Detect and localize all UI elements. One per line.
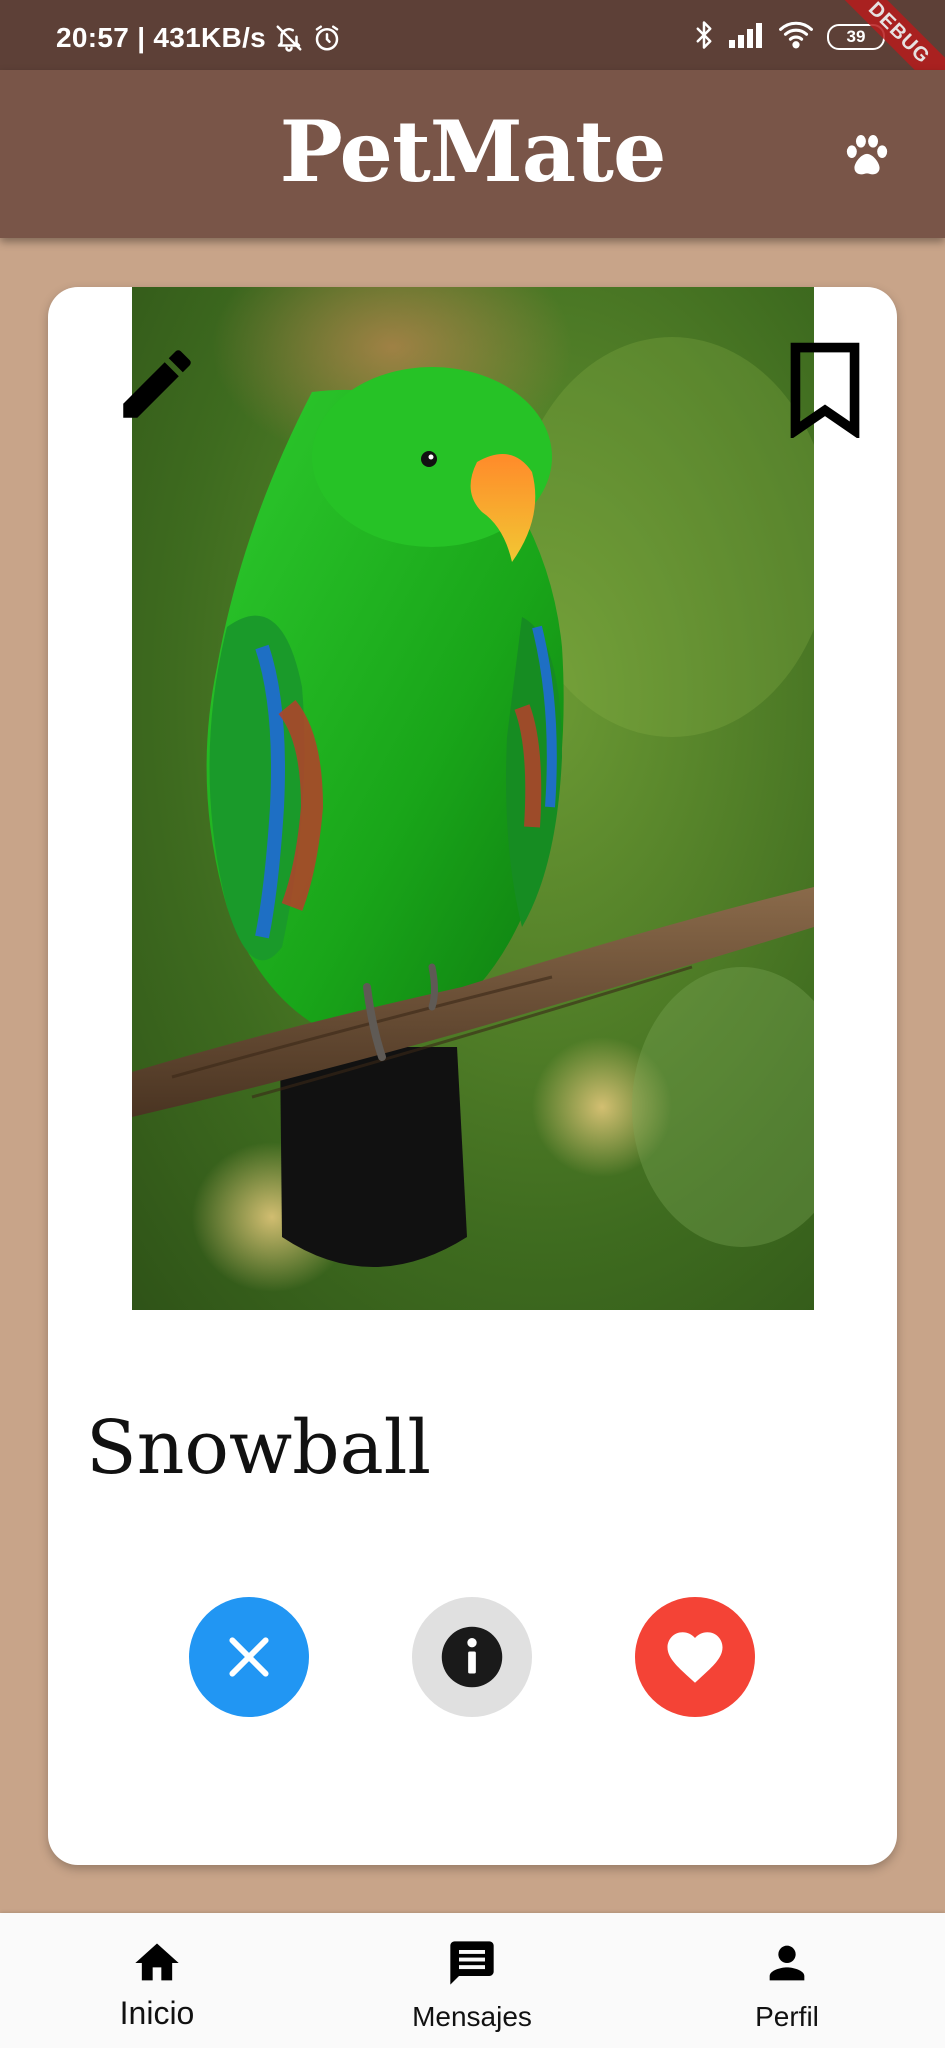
paw-button[interactable] — [839, 128, 895, 184]
close-icon — [229, 1637, 269, 1677]
nav-item-perfil[interactable]: Perfil — [677, 1935, 897, 2033]
edit-button[interactable] — [112, 339, 202, 429]
bell-off-icon — [274, 23, 304, 53]
nav-label-inicio: Inicio — [119, 1995, 195, 2031]
pet-name: Snowball — [86, 1405, 432, 1491]
chat-icon — [446, 1935, 498, 1991]
status-left: 20:57 | 431KB/s — [56, 22, 342, 54]
bluetooth-icon — [693, 20, 715, 54]
pet-photo — [132, 287, 852, 1310]
status-right: 39 — [693, 20, 885, 54]
home-icon — [131, 1935, 183, 1991]
nav-label-perfil: Perfil — [755, 2001, 819, 2032]
like-button[interactable] — [635, 1597, 755, 1717]
bottom-navigation: Inicio Mensajes Perfil — [0, 1913, 945, 2048]
status-bar: 20:57 | 431KB/s 39 DEBUG — [0, 0, 945, 108]
app-title: PetMate — [279, 102, 667, 201]
app-bar: PetMate — [0, 70, 945, 238]
dislike-button[interactable] — [189, 1597, 309, 1717]
nav-item-inicio[interactable]: Inicio — [47, 1935, 267, 2032]
heart-icon — [667, 1632, 723, 1683]
status-time-speed: 20:57 | 431KB/s — [56, 22, 267, 53]
nav-item-mensajes[interactable]: Mensajes — [362, 1935, 582, 2033]
info-button[interactable] — [412, 1597, 532, 1717]
info-icon — [441, 1626, 503, 1688]
alarm-icon — [312, 23, 342, 53]
pencil-icon — [123, 350, 191, 418]
nav-label-mensajes: Mensajes — [412, 2001, 532, 2032]
bookmark-icon — [790, 342, 860, 440]
wifi-icon — [779, 21, 813, 53]
paw-icon — [846, 134, 888, 175]
pet-card: Snowball — [48, 287, 897, 1865]
person-icon — [761, 1935, 813, 1991]
signal-icon — [729, 22, 765, 52]
bookmark-button[interactable] — [787, 342, 863, 440]
